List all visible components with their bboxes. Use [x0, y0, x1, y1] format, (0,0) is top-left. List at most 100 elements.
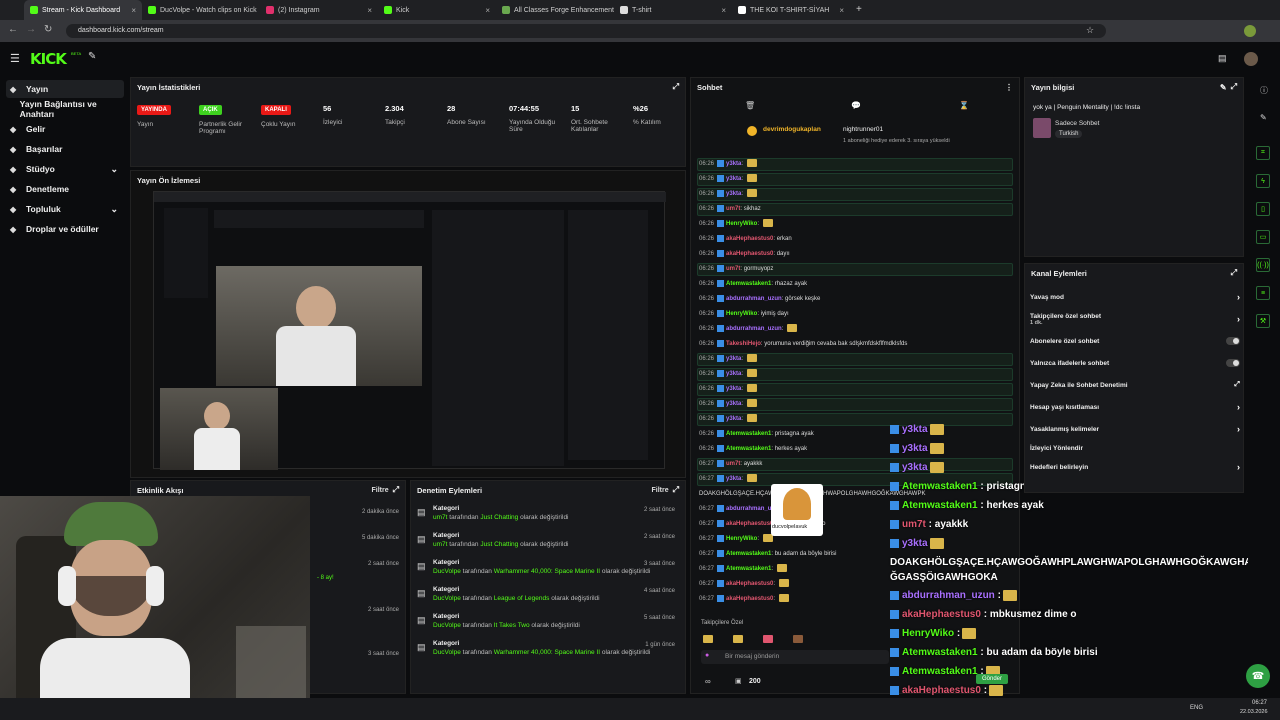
- chat-username[interactable]: Atemwastaken1: [726, 431, 771, 437]
- chat-username[interactable]: y3kta: [726, 476, 741, 482]
- chat-bubble-icon[interactable]: 💬: [851, 101, 861, 110]
- chat-message[interactable]: 06:26 um7t: gormuyopz: [699, 263, 773, 276]
- chat-message[interactable]: 06:26 Atemwastaken1: rhazaz ayak: [699, 278, 807, 291]
- send-button[interactable]: Gönder: [976, 674, 1009, 684]
- mod-user[interactable]: DucVolpe: [433, 595, 461, 602]
- chat-message[interactable]: 06:27 Atemwastaken1: bu adam da böyle bir…: [699, 548, 836, 561]
- emote-icon[interactable]: [763, 634, 773, 643]
- sidebar-item[interactable]: ◆ Stüdyo ⌄: [6, 160, 124, 178]
- wallet-icon[interactable]: ▤: [1218, 53, 1227, 64]
- chat-message[interactable]: 06:27 akaHephaestus0:: [699, 578, 789, 591]
- tab-close-icon[interactable]: ×: [839, 6, 844, 15]
- chat-username[interactable]: akaHephaestus0: [726, 581, 773, 587]
- chat-username[interactable]: akaHephaestus0: [726, 251, 773, 257]
- channel-action-row[interactable]: Abonelere özel sohbet: [1030, 334, 1240, 348]
- new-tab-button[interactable]: +: [856, 4, 862, 15]
- chat-message[interactable]: 06:26 y3kta:: [699, 158, 757, 171]
- moderation-row[interactable]: ▤ Kategori um7t tarafından Just Chatting o…: [417, 505, 675, 529]
- channel-action-row[interactable]: Yavaş mod ›: [1030, 290, 1240, 304]
- browser-tab[interactable]: Kick ×: [378, 0, 496, 20]
- chat-message[interactable]: 06:27 um7t: ayakkk: [699, 458, 762, 471]
- browser-tab[interactable]: Stream - Kick Dashboard ×: [24, 0, 142, 20]
- message-icon[interactable]: ▭: [1256, 230, 1270, 244]
- toggle-switch[interactable]: [1226, 359, 1240, 367]
- channel-action-row[interactable]: Yalnızca ifadelerle sohbet: [1030, 356, 1240, 370]
- language-indicator[interactable]: ENG: [1190, 705, 1203, 711]
- crop-icon[interactable]: ⌗: [1256, 146, 1270, 160]
- emote-icon[interactable]: [793, 634, 803, 643]
- emote-icon[interactable]: [733, 634, 743, 643]
- browser-tab[interactable]: All Classes Forge Enhancement×: [496, 0, 614, 20]
- chevron-down-icon[interactable]: ⌄: [110, 204, 118, 215]
- sidebar-item[interactable]: ◆ Başarılar: [6, 140, 124, 158]
- chevron-right-icon[interactable]: ›: [1237, 402, 1240, 412]
- mod-user[interactable]: DucVolpe: [433, 622, 461, 629]
- chat-username[interactable]: akaHephaestus0: [726, 596, 773, 602]
- pencil-icon[interactable]: ✎: [1260, 113, 1267, 122]
- chat-username[interactable]: akaHephaestus0: [726, 236, 773, 242]
- list-icon[interactable]: ≡: [1256, 286, 1270, 300]
- moderation-row[interactable]: ▤ Kategori DucVolpe tarafından Warhammer 4…: [417, 640, 675, 664]
- address-input[interactable]: dashboard.kick.com/stream: [66, 24, 1106, 38]
- hourglass-icon[interactable]: ⌛: [959, 101, 969, 110]
- chat-message[interactable]: 06:26 y3kta:: [699, 398, 757, 411]
- chat-username[interactable]: HenryWiko: [726, 311, 757, 317]
- chat-username[interactable]: HenryWiko: [726, 221, 757, 227]
- mod-user[interactable]: um7t: [433, 514, 447, 521]
- mod-game[interactable]: Just Chatting: [480, 541, 518, 548]
- info-icon[interactable]: ⓘ: [1260, 85, 1268, 96]
- mic-icon[interactable]: ●: [705, 652, 709, 659]
- chat-username[interactable]: y3kta: [726, 161, 741, 167]
- chat-message[interactable]: 06:26 y3kta:: [699, 383, 757, 396]
- channel-action-row[interactable]: İzleyici Yönlendir: [1030, 441, 1240, 455]
- tab-close-icon[interactable]: ×: [485, 6, 490, 15]
- chat-message[interactable]: 06:27 HenryWiko:: [699, 533, 773, 546]
- toggle-switch[interactable]: [1226, 337, 1240, 345]
- moderation-filter-button[interactable]: Filtre: [651, 487, 668, 494]
- chat-message[interactable]: 06:26 HenryWiko:: [699, 218, 773, 231]
- expand-icon[interactable]: ⤢: [673, 485, 679, 495]
- sidebar-item[interactable]: ◆ Denetleme: [6, 180, 124, 198]
- tab-close-icon[interactable]: ×: [131, 6, 136, 15]
- mod-game[interactable]: It Takes Two: [494, 622, 530, 629]
- channel-action-row[interactable]: Yapay Zeka ile Sohbet Denetimi ⤢: [1030, 378, 1240, 392]
- expand-icon[interactable]: ⤢: [1231, 268, 1237, 278]
- chat-message[interactable]: 06:26 akaHephaestus0: erkan: [699, 233, 792, 246]
- channel-action-row[interactable]: Takipçilere özel sohbet 1 dk. ›: [1030, 312, 1240, 326]
- chat-username[interactable]: abdurrahman_uzun: [726, 296, 782, 302]
- preview-video[interactable]: [153, 191, 666, 470]
- chevron-right-icon[interactable]: ›: [1237, 424, 1240, 434]
- tab-close-icon[interactable]: ×: [367, 6, 372, 15]
- channel-action-row[interactable]: Yasaklanmış kelimeler ›: [1030, 422, 1240, 436]
- user-avatar[interactable]: [1244, 52, 1258, 66]
- more-options-icon[interactable]: ⋮: [1005, 83, 1013, 92]
- chat-username[interactable]: um7t: [726, 206, 740, 212]
- chat-username[interactable]: um7t: [726, 266, 740, 272]
- kick-logo[interactable]: KICK: [30, 50, 67, 68]
- chat-message[interactable]: 06:26 abdurrahman_uzun: görsek keşke: [699, 293, 820, 306]
- chat-message[interactable]: 06:26 Atemwastaken1: herkes ayak: [699, 443, 807, 456]
- chat-username[interactable]: y3kta: [726, 401, 741, 407]
- broadcast-icon[interactable]: ((·)): [1256, 258, 1270, 272]
- chevron-right-icon[interactable]: ›: [1237, 462, 1240, 472]
- chat-username[interactable]: y3kta: [726, 191, 741, 197]
- chat-message[interactable]: 06:26 HenryWiko: iyimiş dayı: [699, 308, 789, 321]
- document-icon[interactable]: ▯: [1256, 202, 1270, 216]
- browser-tab[interactable]: (2) Instagram ×: [260, 0, 378, 20]
- tab-close-icon[interactable]: ×: [721, 6, 726, 15]
- emote-icon[interactable]: [703, 634, 713, 643]
- moderation-row[interactable]: ▤ Kategori um7t tarafından Just Chatting o…: [417, 532, 675, 556]
- hamburger-menu-icon[interactable]: ☰: [10, 52, 20, 65]
- sidebar-item[interactable]: ◆ Gelir: [6, 120, 124, 138]
- bookmark-star-icon[interactable]: ☆: [1086, 25, 1094, 36]
- chat-username[interactable]: y3kta: [726, 176, 741, 182]
- chat-username[interactable]: Atemwastaken1: [726, 281, 771, 287]
- chevron-down-icon[interactable]: ⌄: [110, 164, 118, 175]
- sidebar-item[interactable]: ◆ Droplar ve ödüller: [6, 220, 124, 238]
- reload-icon[interactable]: ↻: [44, 24, 52, 35]
- mod-game[interactable]: Just Chatting: [480, 514, 518, 521]
- moderation-row[interactable]: ▤ Kategori DucVolpe tarafından It Takes Tw…: [417, 613, 675, 637]
- chat-username[interactable]: y3kta: [726, 416, 741, 422]
- profile-avatar[interactable]: [1244, 25, 1256, 37]
- chat-message[interactable]: 06:26 y3kta:: [699, 173, 757, 186]
